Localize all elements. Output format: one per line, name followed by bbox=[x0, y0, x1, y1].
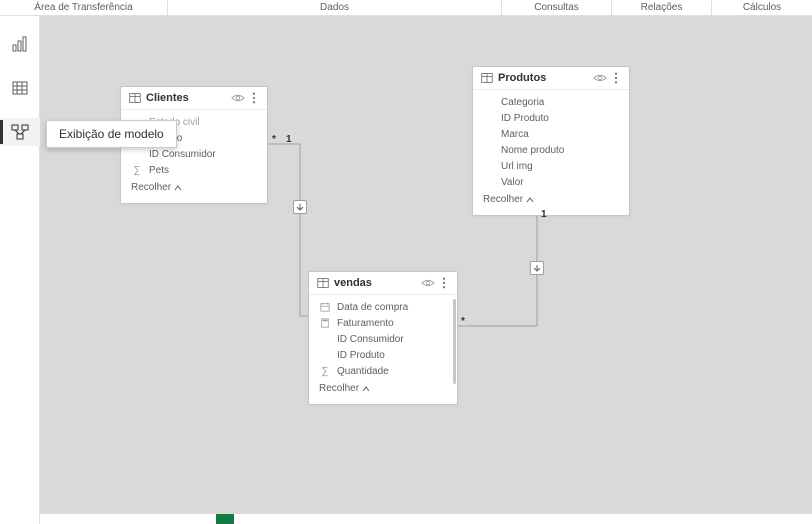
field-label: Categoria bbox=[501, 97, 544, 108]
cardinality-label: * bbox=[461, 316, 465, 327]
table-title: Clientes bbox=[146, 92, 226, 104]
field-row[interactable]: ∑ Pets bbox=[121, 162, 267, 178]
more-icon[interactable] bbox=[249, 92, 259, 104]
field-row[interactable]: ID Consumidor bbox=[121, 146, 267, 162]
collapse-button[interactable]: Recolher bbox=[121, 178, 267, 199]
field-label: ID Produto bbox=[337, 350, 385, 361]
field-row[interactable]: Marca bbox=[473, 126, 629, 142]
field-label: Valor bbox=[501, 177, 524, 188]
field-label: Marca bbox=[501, 129, 529, 140]
field-label: Quantidade bbox=[337, 366, 389, 377]
table-title: vendas bbox=[334, 277, 416, 289]
ribbon-group-relations: Relações bbox=[612, 0, 712, 15]
ribbon-group-labels: Área de Transferência Dados Consultas Re… bbox=[0, 0, 812, 16]
filter-direction-icon[interactable] bbox=[530, 261, 544, 275]
table-title: Produtos bbox=[498, 72, 588, 84]
model-canvas[interactable]: Clientes Estado civil Gênero ID Consumid… bbox=[40, 16, 812, 524]
eye-icon[interactable] bbox=[593, 72, 607, 84]
field-label: ID Consumidor bbox=[337, 334, 404, 345]
sigma-icon: ∑ bbox=[319, 365, 331, 377]
chevron-up-icon bbox=[362, 385, 370, 393]
field-row[interactable]: ID Produto bbox=[473, 110, 629, 126]
table-card-produtos[interactable]: Produtos Categoria ID Produto Marca Nome… bbox=[472, 66, 630, 216]
more-icon[interactable] bbox=[611, 72, 621, 84]
field-label: ID Produto bbox=[501, 113, 549, 124]
field-label: Url img bbox=[501, 161, 533, 172]
chevron-up-icon bbox=[174, 184, 182, 192]
calendar-icon bbox=[319, 301, 331, 313]
bar-chart-icon bbox=[12, 36, 28, 52]
table-icon bbox=[481, 72, 493, 84]
data-view-button[interactable] bbox=[0, 74, 40, 102]
field-row[interactable]: Faturamento bbox=[309, 315, 457, 331]
ribbon-group-calcs: Cálculos bbox=[712, 0, 812, 15]
cardinality-label: 1 bbox=[286, 134, 292, 145]
calculator-icon bbox=[319, 317, 331, 329]
cardinality-label: * bbox=[272, 134, 276, 145]
field-row[interactable]: ∑ Quantidade bbox=[309, 363, 457, 379]
ribbon-group-data: Dados bbox=[168, 0, 502, 15]
chevron-up-icon bbox=[526, 196, 534, 204]
model-view-button[interactable] bbox=[0, 118, 40, 146]
field-row[interactable]: Valor bbox=[473, 174, 629, 190]
view-switcher: Exibição de modelo bbox=[0, 16, 40, 524]
table-icon bbox=[129, 92, 141, 104]
collapse-button[interactable]: Recolher bbox=[473, 190, 629, 211]
more-icon[interactable] bbox=[439, 277, 449, 289]
report-view-button[interactable] bbox=[0, 30, 40, 58]
field-row[interactable]: Nome produto bbox=[473, 142, 629, 158]
table-card-vendas[interactable]: vendas Data de compra Faturam bbox=[308, 271, 458, 405]
table-header[interactable]: Clientes bbox=[121, 87, 267, 110]
scrollbar[interactable] bbox=[453, 299, 456, 384]
field-row[interactable]: ID Produto bbox=[309, 347, 457, 363]
field-label: Nome produto bbox=[501, 145, 564, 156]
table-header[interactable]: vendas bbox=[309, 272, 457, 295]
sigma-icon: ∑ bbox=[131, 164, 143, 176]
table-icon bbox=[317, 277, 329, 289]
cardinality-label: 1 bbox=[541, 209, 547, 220]
filter-direction-icon[interactable] bbox=[293, 200, 307, 214]
collapse-button[interactable]: Recolher bbox=[309, 379, 457, 400]
eye-icon[interactable] bbox=[421, 277, 435, 289]
ribbon-group-clipboard: Área de Transferência bbox=[0, 0, 168, 15]
field-label: Pets bbox=[149, 165, 169, 176]
status-bar bbox=[40, 514, 812, 524]
ribbon-group-queries: Consultas bbox=[502, 0, 612, 15]
field-label: ID Consumidor bbox=[149, 149, 216, 160]
field-row[interactable]: ID Consumidor bbox=[309, 331, 457, 347]
model-icon bbox=[11, 124, 29, 140]
field-label: Faturamento bbox=[337, 318, 394, 329]
field-row[interactable]: Data de compra bbox=[309, 299, 457, 315]
model-view-tooltip: Exibição de modelo bbox=[46, 120, 177, 148]
field-row[interactable]: Url img bbox=[473, 158, 629, 174]
field-label: Data de compra bbox=[337, 302, 408, 313]
table-icon bbox=[12, 80, 28, 96]
table-header[interactable]: Produtos bbox=[473, 67, 629, 90]
eye-icon[interactable] bbox=[231, 92, 245, 104]
field-row[interactable]: Categoria bbox=[473, 94, 629, 110]
